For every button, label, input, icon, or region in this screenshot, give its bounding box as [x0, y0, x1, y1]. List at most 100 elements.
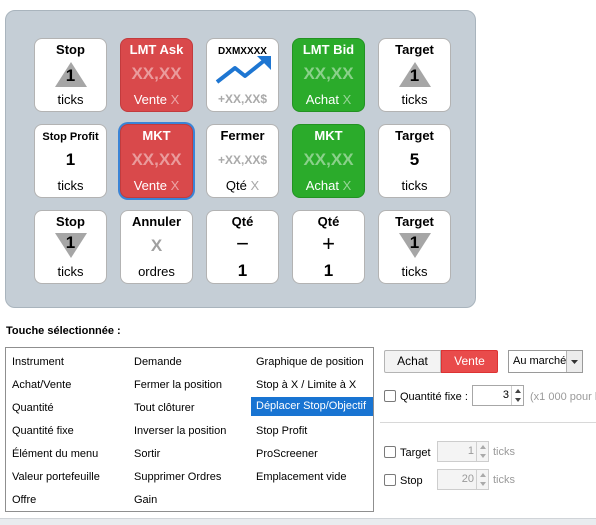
list-item[interactable]: Valeur portefeuille: [7, 468, 127, 487]
bottom-bar: [0, 518, 596, 525]
key-x: X: [170, 92, 180, 107]
key-value: 1: [65, 233, 76, 252]
key-unit: ticks: [401, 92, 428, 107]
key-value: 5: [409, 150, 420, 169]
list-item[interactable]: Graphique de position: [251, 353, 371, 372]
list-item[interactable]: Achat/Vente: [7, 376, 127, 395]
list-item[interactable]: Stop à X / Limite à X: [251, 376, 371, 395]
target-label: Target: [400, 447, 431, 459]
key-title: Target: [395, 128, 434, 143]
fixed-qty-label: Quantité fixe :: [400, 391, 468, 403]
fixed-qty-value: 3: [502, 389, 509, 401]
key-title: Target: [395, 214, 434, 229]
selected-key-label: Touche sélectionnée :: [6, 325, 121, 337]
spinner-arrows-icon[interactable]: [476, 442, 488, 461]
key-target-down[interactable]: Target 1 ticks: [378, 210, 451, 284]
key-lmt-bid[interactable]: LMT Bid XX,XX Achat X: [292, 38, 365, 112]
sell-toggle-button[interactable]: Vente: [441, 350, 498, 373]
key-instrument[interactable]: DXMXXXX +XX,XX$: [206, 38, 279, 112]
key-title: LMT Ask: [129, 42, 184, 57]
key-qty-label: Qté: [225, 178, 247, 193]
key-title: Annuler: [131, 214, 182, 229]
list-item[interactable]: Tout clôturer: [129, 399, 249, 418]
target-unit: ticks: [493, 446, 515, 458]
key-title: MKT: [142, 128, 171, 143]
key-title: Fermer: [220, 128, 265, 143]
target-checkbox[interactable]: [384, 446, 396, 458]
price-placeholder: XX,XX: [131, 64, 182, 83]
key-value: X: [150, 236, 163, 255]
key-stop-profit[interactable]: Stop Profit 1 ticks: [34, 124, 107, 198]
key-title: MKT: [314, 128, 343, 143]
key-stop-up[interactable]: Stop 1 ticks: [34, 38, 107, 112]
key-qty-plus[interactable]: Qté + 1: [292, 210, 365, 284]
key-value: 1: [65, 150, 76, 169]
list-item[interactable]: Quantité fixe: [7, 422, 127, 441]
key-close-position[interactable]: Fermer +XX,XX$ Qté X: [206, 124, 279, 198]
price-placeholder: XX,XX: [303, 150, 354, 169]
key-title: LMT Bid: [302, 42, 355, 57]
trend-up-icon: [207, 56, 278, 86]
spinner-arrows-icon[interactable]: [476, 470, 488, 489]
key-x: X: [342, 92, 352, 107]
list-item[interactable]: ProScreener: [251, 445, 371, 464]
key-type-list[interactable]: Instrument Achat/Vente Quantité Quantité…: [5, 347, 374, 512]
key-mkt-buy[interactable]: MKT XX,XX Achat X: [292, 124, 365, 198]
fixed-qty-note: (x1 000 pour l: [530, 391, 596, 403]
key-x: X: [250, 178, 260, 193]
pnl-placeholder: +XX,XX$: [217, 153, 268, 167]
divider: [380, 422, 596, 423]
key-title: Qté: [317, 214, 340, 229]
spinner-arrows-icon[interactable]: [511, 386, 523, 405]
key-lmt-ask[interactable]: LMT Ask XX,XX Vente X: [120, 38, 193, 112]
minus-icon: −: [236, 231, 249, 256]
triangle-up-icon: 1: [53, 60, 89, 88]
key-target-up[interactable]: Target 1 ticks: [378, 38, 451, 112]
list-item[interactable]: Fermer la position: [129, 376, 249, 395]
stop-stepper[interactable]: 20: [437, 469, 489, 490]
pnl-placeholder: +XX,XX$: [217, 92, 268, 106]
key-side: Vente: [133, 92, 167, 107]
list-item[interactable]: Gain: [129, 491, 249, 510]
stop-unit: ticks: [493, 474, 515, 486]
key-value: 1: [409, 66, 420, 85]
list-item[interactable]: Demande: [129, 353, 249, 372]
key-unit: ticks: [57, 178, 84, 193]
key-side: Vente: [133, 178, 167, 193]
key-x: X: [342, 178, 352, 193]
chevron-down-icon[interactable]: [566, 351, 582, 372]
fixed-qty-stepper[interactable]: 3: [472, 385, 524, 406]
stop-checkbox[interactable]: [384, 474, 396, 486]
key-cancel-orders[interactable]: Annuler X ordres: [120, 210, 193, 284]
list-item[interactable]: Sortir: [129, 445, 249, 464]
fixed-qty-checkbox[interactable]: [384, 390, 396, 402]
key-title: Target: [395, 42, 434, 57]
key-title: Stop Profit: [42, 131, 99, 143]
list-item-selected[interactable]: Déplacer Stop/Objectif: [251, 397, 373, 416]
triangle-up-icon: 1: [397, 60, 433, 88]
target-value: 1: [467, 445, 474, 457]
key-value: 1: [409, 233, 420, 252]
key-stop-down[interactable]: Stop 1 ticks: [34, 210, 107, 284]
key-side: Achat: [305, 92, 339, 107]
list-item[interactable]: Stop Profit: [251, 422, 371, 441]
key-qty-minus[interactable]: Qté − 1: [206, 210, 279, 284]
list-item[interactable]: Emplacement vide: [251, 468, 371, 487]
price-placeholder: XX,XX: [131, 150, 182, 169]
list-item[interactable]: Inverser la position: [129, 422, 249, 441]
key-side: Achat: [305, 178, 339, 193]
buy-toggle-button[interactable]: Achat: [384, 350, 441, 373]
list-item[interactable]: Quantité: [7, 399, 127, 418]
key-target[interactable]: Target 5 ticks: [378, 124, 451, 198]
list-item[interactable]: Instrument: [7, 353, 127, 372]
key-unit: ticks: [401, 264, 428, 279]
order-type-select[interactable]: Au marché: [508, 350, 583, 373]
key-grid-panel: Stop 1 ticks LMT Ask XX,XX Vente X DXMXX…: [5, 10, 476, 308]
list-item[interactable]: Supprimer Ordres: [129, 468, 249, 487]
target-stepper[interactable]: 1: [437, 441, 489, 462]
list-item[interactable]: Élément du menu: [7, 445, 127, 464]
key-value: 1: [323, 261, 334, 280]
key-mkt-sell[interactable]: MKT XX,XX Vente X: [120, 124, 193, 198]
list-item[interactable]: Offre: [7, 491, 127, 510]
order-type-value: Au marché: [513, 355, 567, 367]
